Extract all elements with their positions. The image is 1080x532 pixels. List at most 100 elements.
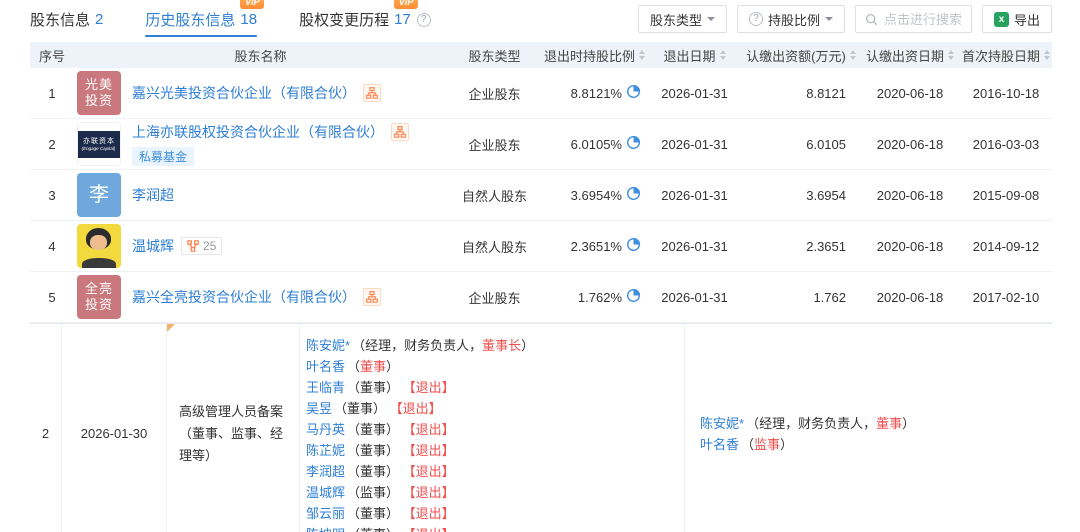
holding-chart-icon[interactable] — [626, 237, 641, 255]
sort-icon[interactable] — [1044, 50, 1050, 60]
pie-glyph — [626, 186, 641, 201]
search-input[interactable] — [883, 11, 962, 27]
cell-name: 温城辉 25 — [74, 224, 447, 268]
person-name-link[interactable]: 陈安妮* — [306, 338, 350, 353]
person-name-link[interactable]: 吴昱 — [306, 401, 332, 416]
shareholder-type-filter-button[interactable]: 股东类型 — [637, 5, 727, 33]
person-name-link[interactable]: 邹云丽 — [306, 506, 345, 521]
column-header: 股东名称 — [74, 46, 447, 65]
shareholder-avatar[interactable]: 光美 投资 — [77, 71, 121, 115]
equity-structure-icon[interactable] — [363, 288, 381, 306]
column-header[interactable]: 首次持股日期 — [960, 46, 1052, 65]
equity-structure-icon[interactable] — [363, 84, 381, 102]
paren: （ — [347, 485, 361, 500]
cell-index: 5 — [48, 289, 56, 305]
person-line: 陈坤明（董事） 【退出】 — [306, 524, 684, 532]
paren: （ — [347, 359, 361, 374]
holding-chart-icon[interactable] — [626, 186, 641, 204]
tab-equity-changes[interactable]: 股权变更历程 17 VIP? — [299, 0, 431, 37]
ratio-filter-button[interactable]: ? 持股比例 — [736, 5, 845, 33]
cell-first-date: 2017-02-10 — [972, 289, 1040, 305]
holding-chart-icon[interactable] — [626, 135, 641, 153]
cell-after-change: 陈安妮* （经理，财务负责人，董事） 叶名香 （监事） — [685, 324, 1052, 532]
shareholder-name-link[interactable]: 李润超 — [132, 185, 174, 205]
name-wrap: 温城辉 25 — [132, 236, 223, 256]
search-box[interactable] — [854, 5, 972, 33]
shareholders-table-header: 序号 股东名称 股东类型 退出时持股比例 退出日期 认缴出资额(万元) 认缴出资日期 首次持股… — [30, 42, 1052, 68]
table-row: 2 亦联资本 (Engage Capital) 上海亦联股权投资合伙企业（有限合伙） 私… — [30, 119, 1052, 170]
role-text: 董事 — [876, 415, 903, 431]
pie-glyph — [626, 288, 641, 303]
table-row: 5 全亮 投资 嘉兴全亮投资合伙企业（有限合伙） 企业股东 1.762% 2026-01-3… — [30, 272, 1052, 323]
column-header-label: 认缴出资额(万元) — [746, 48, 846, 64]
paren: ） — [521, 338, 535, 353]
person-name-link[interactable]: 马丹英 — [306, 422, 345, 437]
cell-capital: 1.762 — [813, 289, 846, 305]
column-header: 股东类型 — [447, 46, 542, 65]
equity-structure-icon[interactable] — [391, 123, 409, 141]
cell-index: 3 — [48, 187, 56, 203]
exit-label: 【退出】 — [409, 506, 455, 521]
pie-glyph — [626, 237, 641, 252]
tab-shareholders[interactable]: 股东信息 2 — [30, 0, 103, 37]
sort-icon[interactable] — [948, 50, 954, 60]
shareholder-name-link[interactable]: 嘉兴全亮投资合伙企业（有限合伙） — [132, 287, 356, 307]
column-header-label: 退出日期 — [663, 48, 716, 64]
holding-chart-icon[interactable] — [626, 288, 641, 306]
help-icon[interactable]: ? — [416, 12, 431, 27]
sort-icon[interactable] — [719, 50, 726, 60]
name-wrap: 李润超 — [132, 185, 174, 205]
person-name-link[interactable]: 温城辉 — [306, 485, 345, 500]
cell-capital: 8.8121 — [806, 85, 846, 101]
column-header-label: 股东名称 — [234, 48, 287, 64]
relation-count-badge[interactable]: 25 — [181, 237, 223, 255]
role-text: 董事 — [360, 464, 387, 479]
ratio-filter-label: 持股比例 — [767, 12, 820, 28]
change-item-text: 高级管理人员备案（董事、监事、经理等） — [179, 403, 284, 463]
role-text: 监事 — [360, 485, 387, 500]
vip-badge: VIP — [394, 0, 419, 9]
name-wrap: 嘉兴光美投资合伙企业（有限合伙） — [132, 83, 381, 103]
column-header[interactable]: 认缴出资日期 — [860, 46, 960, 65]
shareholder-avatar[interactable]: 李 — [77, 173, 121, 217]
shareholder-logo[interactable]: 亦联资本 (Engage Capital) — [77, 122, 121, 166]
column-header[interactable]: 退出日期 — [647, 46, 742, 65]
person-name-link[interactable]: 陈芷妮 — [306, 443, 345, 458]
cell-capital: 6.0105 — [806, 136, 846, 152]
shareholder-name-link[interactable]: 上海亦联股权投资合伙企业（有限合伙） — [132, 122, 384, 142]
tab-history-shareholders[interactable]: 历史股东信息 18 VIP — [145, 0, 265, 37]
sort-icon[interactable] — [639, 50, 645, 60]
shareholder-avatar[interactable]: 全亮 投资 — [77, 275, 121, 319]
sort-icon[interactable] — [849, 50, 856, 60]
shareholder-name-link[interactable]: 嘉兴光美投资合伙企业（有限合伙） — [132, 83, 356, 103]
paren: （ — [347, 422, 361, 437]
person-line: 王临青 （董事） 【退出】 — [306, 377, 684, 398]
paren: （ — [347, 464, 361, 479]
person-name-link[interactable]: 叶名香 — [700, 437, 739, 452]
column-header[interactable]: 认缴出资额(万元) — [742, 46, 860, 65]
cell-first-date: 2016-03-03 — [972, 136, 1040, 152]
export-button[interactable]: x 导出 — [981, 5, 1052, 33]
holding-chart-icon[interactable] — [626, 84, 641, 102]
cell-exit-date: 2026-01-31 — [661, 136, 728, 152]
person-name-link[interactable]: 李润超 — [306, 464, 345, 479]
shareholder-name-link[interactable]: 温城辉 — [132, 236, 174, 256]
person-name-link[interactable]: 陈坤明 — [306, 527, 345, 532]
person-name-link[interactable]: 陈安妮* — [700, 416, 744, 431]
paren: （ — [347, 380, 361, 395]
cell-capital-date: 2020-06-18 — [876, 85, 944, 101]
org-chart-glyph — [366, 291, 378, 303]
cell-capital-date: 2020-06-18 — [876, 289, 944, 305]
person-name-link[interactable]: 王临青 — [306, 380, 345, 395]
cell-exit-ratio: 2.3651% — [542, 237, 647, 255]
avatar-text: 全亮 — [84, 281, 113, 296]
cell-name: 亦联资本 (Engage Capital) 上海亦联股权投资合伙企业（有限合伙） 私募… — [74, 122, 447, 166]
name-line: 上海亦联股权投资合伙企业（有限合伙） — [132, 122, 409, 142]
person-name-link[interactable]: 叶名香 — [306, 359, 345, 374]
paren: ） — [386, 527, 399, 532]
cell-capital: 3.6954 — [806, 187, 846, 203]
role-text: 董事 — [360, 380, 387, 395]
paren: （ — [334, 401, 348, 416]
column-header[interactable]: 退出时持股比例 — [542, 46, 647, 65]
shareholder-photo[interactable] — [77, 224, 121, 268]
